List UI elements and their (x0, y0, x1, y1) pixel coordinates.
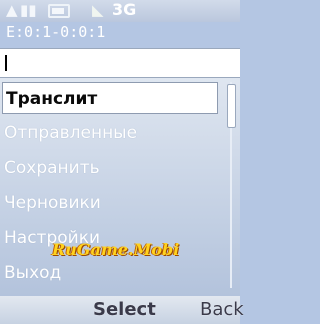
status-bar: ▲ ▮▮ ◣ 3G (0, 0, 240, 22)
menu-scrollbar[interactable] (226, 82, 236, 288)
path-readout: E:0:1-0:0:1 (6, 23, 106, 41)
select-softkey[interactable]: Select (93, 299, 156, 321)
menu-item-exit[interactable]: Выход (0, 257, 222, 289)
network-type-badge: 3G (112, 0, 137, 19)
signal-strength-icon: ▲ (6, 1, 18, 19)
menu-item-sent[interactable]: Отправленные (0, 117, 222, 149)
menu-item-save[interactable]: Сохранить (0, 152, 222, 184)
signal-bars-icon: ▮▮ (20, 1, 37, 19)
text-caret (5, 55, 7, 71)
battery-icon (48, 4, 70, 18)
softkey-bar: Select Back (0, 296, 244, 324)
back-softkey[interactable]: Back (200, 299, 244, 321)
menu-panel: Транслит Отправленные Сохранить Черновик… (0, 78, 240, 296)
scrollbar-thumb[interactable] (227, 84, 236, 128)
text-input[interactable] (0, 48, 240, 78)
menu-item-translit[interactable]: Транслит (2, 82, 218, 114)
watermark-logo: RuGame.Mobi (52, 240, 180, 259)
network-icon: ◣ (92, 1, 104, 19)
menu-item-drafts[interactable]: Черновики (0, 187, 222, 219)
